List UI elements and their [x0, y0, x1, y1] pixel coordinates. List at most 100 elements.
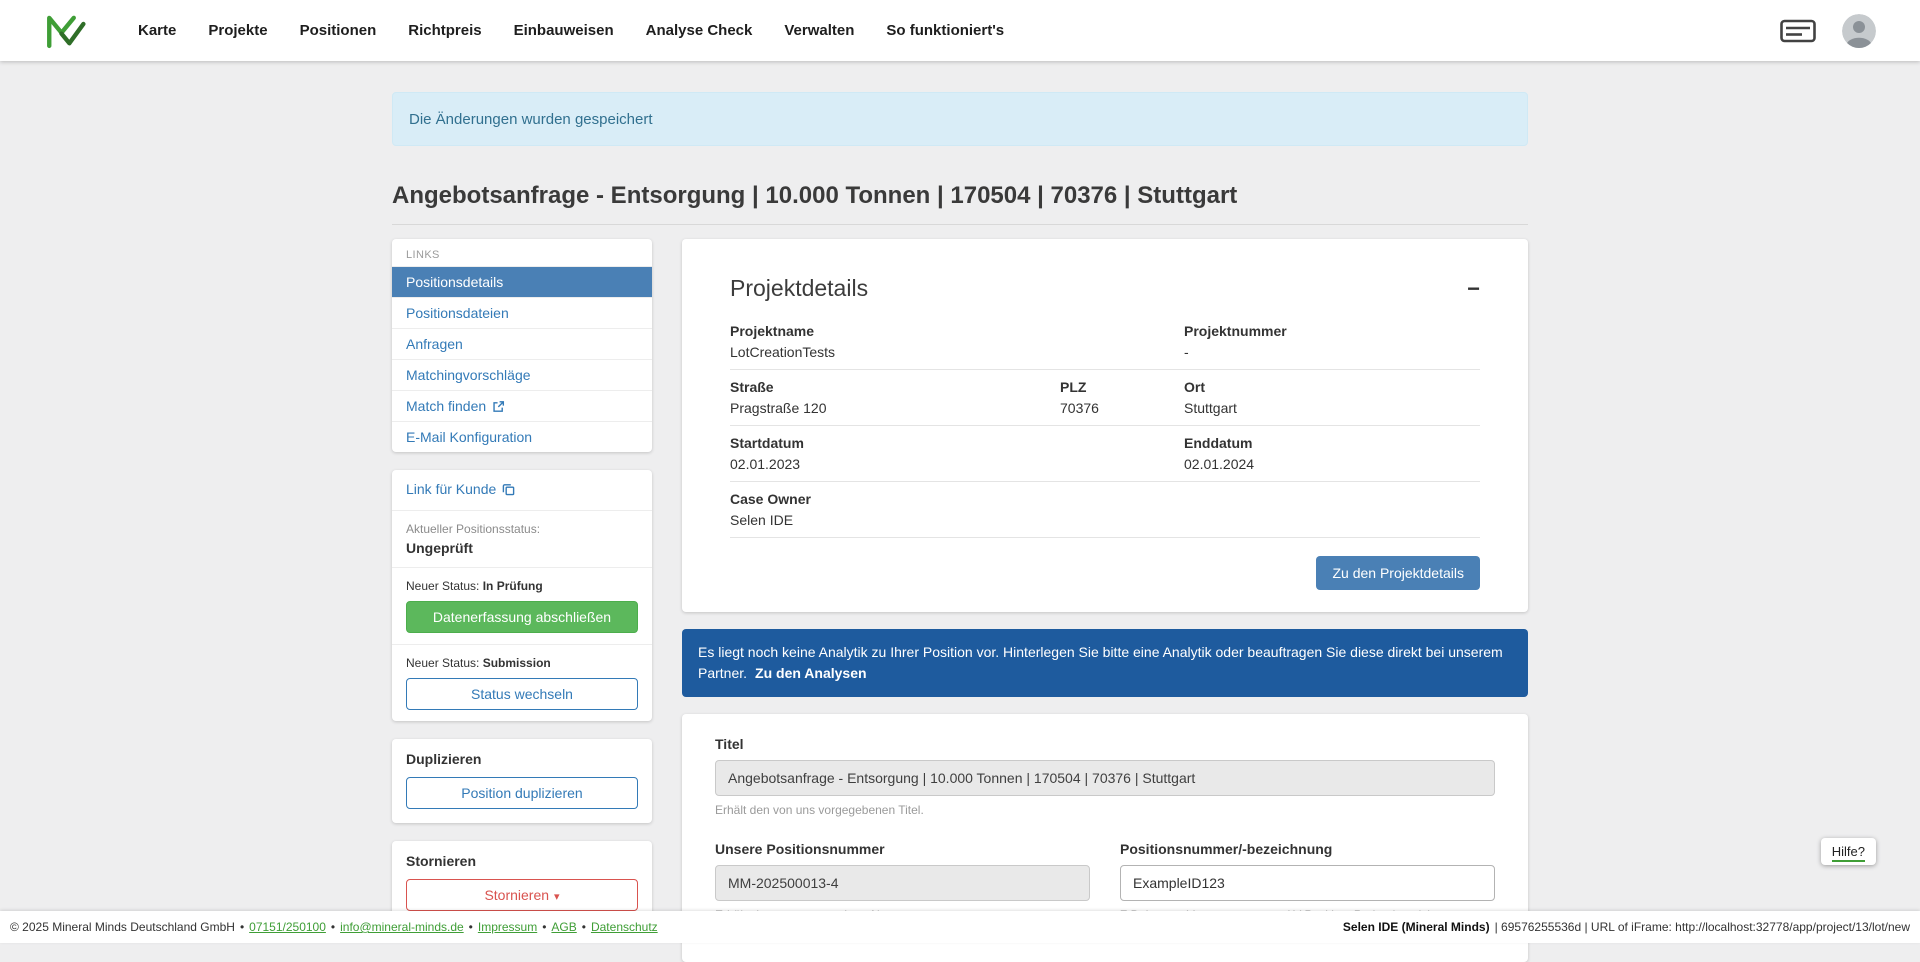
- analytics-banner: Es liegt noch keine Analytik zu Ihrer Po…: [682, 629, 1528, 697]
- footer: © 2025 Mineral Minds Deutschland GmbH • …: [0, 911, 1920, 943]
- sidebar-links-card: LINKS Positionsdetails Positionsdateien …: [392, 239, 652, 452]
- position-duplizieren-button[interactable]: Position duplizieren: [406, 777, 638, 809]
- footer-left: © 2025 Mineral Minds Deutschland GmbH • …: [10, 920, 658, 934]
- externe-positionsnummer-input[interactable]: [1120, 865, 1495, 901]
- nav-item-positionen[interactable]: Positionen: [300, 22, 377, 39]
- new-status-label: Neuer Status:: [406, 656, 479, 670]
- datenerfassung-abschliessen-button[interactable]: Datenerfassung abschließen: [406, 601, 638, 633]
- table-row: Case Owner Selen IDE: [730, 482, 1480, 538]
- sidebar-item-matchingvorschlaege[interactable]: Matchingvorschläge: [392, 359, 652, 390]
- top-navbar: Karte Projekte Positionen Richtpreis Ein…: [0, 0, 1920, 61]
- footer-link-impressum[interactable]: Impressum: [478, 920, 537, 934]
- hilfe-button-label: Hilfe?: [1832, 844, 1865, 862]
- table-row: Straße Pragstraße 120 PLZ 70376 Ort Stut…: [730, 370, 1480, 426]
- plz-value: 70376: [1060, 400, 1184, 416]
- nav-item-karte[interactable]: Karte: [138, 22, 176, 39]
- duplizieren-title: Duplizieren: [406, 751, 638, 767]
- table-row: Projektname LotCreationTests Projektnumm…: [730, 314, 1480, 370]
- case-owner-value: Selen IDE: [730, 512, 1480, 528]
- enddatum-label: Enddatum: [1184, 435, 1480, 451]
- collapse-button[interactable]: −: [1467, 278, 1480, 300]
- footer-session-info: | 69576255536d | URL of iFrame: http://l…: [1495, 920, 1910, 934]
- nav-item-projekte[interactable]: Projekte: [208, 22, 267, 39]
- sidebar: LINKS Positionsdetails Positionsdateien …: [392, 239, 652, 943]
- server-icon[interactable]: [1780, 19, 1816, 43]
- external-link-icon: [492, 400, 505, 413]
- footer-link-email[interactable]: info@mineral-minds.de: [340, 920, 464, 934]
- enddatum-value: 02.01.2024: [1184, 456, 1480, 472]
- plz-label: PLZ: [1060, 379, 1184, 395]
- user-avatar-icon: [1842, 14, 1876, 48]
- new-status-value: In Prüfung: [483, 579, 543, 593]
- titel-label: Titel: [715, 736, 1495, 752]
- positionsnummer-input: [715, 865, 1090, 901]
- new-status-line-1: Neuer Status: In Prüfung: [406, 579, 638, 593]
- content-columns: LINKS Positionsdetails Positionsdateien …: [392, 239, 1528, 962]
- sidebar-item-positionsdetails[interactable]: Positionsdetails: [392, 266, 652, 297]
- stornieren-button-label: Stornieren: [484, 887, 549, 903]
- projektnummer-label: Projektnummer: [1184, 323, 1480, 339]
- startdatum-label: Startdatum: [730, 435, 1184, 451]
- footer-link-agb[interactable]: AGB: [551, 920, 576, 934]
- strasse-value: Pragstraße 120: [730, 400, 1060, 416]
- projektdetails-title: Projektdetails: [730, 275, 868, 302]
- projektname-value: LotCreationTests: [730, 344, 1184, 360]
- new-status-value: Submission: [483, 656, 551, 670]
- titel-help: Erhält den von uns vorgegebenen Titel.: [715, 803, 1495, 817]
- page-title: Angebotsanfrage - Entsorgung | 10.000 To…: [392, 182, 1528, 225]
- projektdetails-table: Projektname LotCreationTests Projektnumm…: [730, 314, 1480, 538]
- titel-input: [715, 760, 1495, 796]
- new-status-label: Neuer Status:: [406, 579, 479, 593]
- case-owner-label: Case Owner: [730, 491, 1480, 507]
- main-content: Projektdetails − Projektname LotCreation…: [682, 239, 1528, 962]
- sidebar-item-match-finden[interactable]: Match finden: [392, 390, 652, 421]
- duplizieren-card: Duplizieren Position duplizieren: [392, 739, 652, 823]
- footer-copyright: © 2025 Mineral Minds Deutschland GmbH: [10, 920, 235, 934]
- table-row: Startdatum 02.01.2023 Enddatum 02.01.202…: [730, 426, 1480, 482]
- status-card: Link für Kunde Aktueller Positionsstatus…: [392, 470, 652, 721]
- projektname-label: Projektname: [730, 323, 1184, 339]
- current-status-label: Aktueller Positionsstatus:: [406, 522, 638, 536]
- zu-den-analysen-link[interactable]: Zu den Analysen: [755, 665, 867, 681]
- stornieren-title: Stornieren: [406, 853, 638, 869]
- zu-den-projektdetails-button[interactable]: Zu den Projektdetails: [1316, 556, 1480, 590]
- app-root: Karte Projekte Positionen Richtpreis Ein…: [0, 0, 1920, 962]
- status-wechseln-button[interactable]: Status wechseln: [406, 678, 638, 710]
- externe-positionsnummer-label: Positionsnummer/-bezeichnung: [1120, 841, 1495, 857]
- brand-logo[interactable]: [44, 10, 86, 52]
- caret-down-icon: ▾: [554, 891, 560, 903]
- footer-user: Selen IDE (Mineral Minds): [1343, 920, 1490, 934]
- nav-item-richtpreis[interactable]: Richtpreis: [408, 22, 481, 39]
- footer-right: Selen IDE (Mineral Minds) | 69576255536d…: [1343, 920, 1910, 934]
- startdatum-value: 02.01.2023: [730, 456, 1184, 472]
- nav-item-analyse-check[interactable]: Analyse Check: [646, 22, 753, 39]
- footer-link-phone[interactable]: 07151/250100: [249, 920, 326, 934]
- navbar-right: [1780, 14, 1876, 48]
- projektdetails-card: Projektdetails − Projektname LotCreation…: [682, 239, 1528, 612]
- sidebar-item-label: Match finden: [406, 398, 486, 414]
- footer-link-datenschutz[interactable]: Datenschutz: [591, 920, 658, 934]
- success-alert: Die Änderungen wurden gespeichert: [392, 92, 1528, 146]
- ort-label: Ort: [1184, 379, 1480, 395]
- positionsnummer-label: Unsere Positionsnummer: [715, 841, 1090, 857]
- strasse-label: Straße: [730, 379, 1060, 395]
- mineral-minds-logo-icon: [44, 10, 86, 52]
- sidebar-item-positionsdateien[interactable]: Positionsdateien: [392, 297, 652, 328]
- new-status-line-2: Neuer Status: Submission: [406, 656, 638, 670]
- ort-value: Stuttgart: [1184, 400, 1480, 416]
- copy-icon: [502, 483, 515, 496]
- nav-item-verwalten[interactable]: Verwalten: [784, 22, 854, 39]
- sidebar-item-anfragen[interactable]: Anfragen: [392, 328, 652, 359]
- stornieren-dropdown-button[interactable]: Stornieren ▾: [406, 879, 638, 911]
- link-fuer-kunde[interactable]: Link für Kunde: [406, 481, 515, 497]
- main-nav: Karte Projekte Positionen Richtpreis Ein…: [138, 22, 1004, 39]
- nav-item-so-funktionierts[interactable]: So funktioniert's: [886, 22, 1004, 39]
- nav-item-einbauweisen[interactable]: Einbauweisen: [514, 22, 614, 39]
- alert-message: Die Änderungen wurden gespeichert: [409, 111, 653, 128]
- current-status-value: Ungeprüft: [406, 540, 638, 556]
- hilfe-button[interactable]: Hilfe?: [1821, 838, 1876, 865]
- links-header: LINKS: [392, 239, 652, 266]
- user-avatar[interactable]: [1842, 14, 1876, 48]
- projektnummer-value: -: [1184, 344, 1480, 360]
- sidebar-item-email-konfiguration[interactable]: E-Mail Konfiguration: [392, 421, 652, 452]
